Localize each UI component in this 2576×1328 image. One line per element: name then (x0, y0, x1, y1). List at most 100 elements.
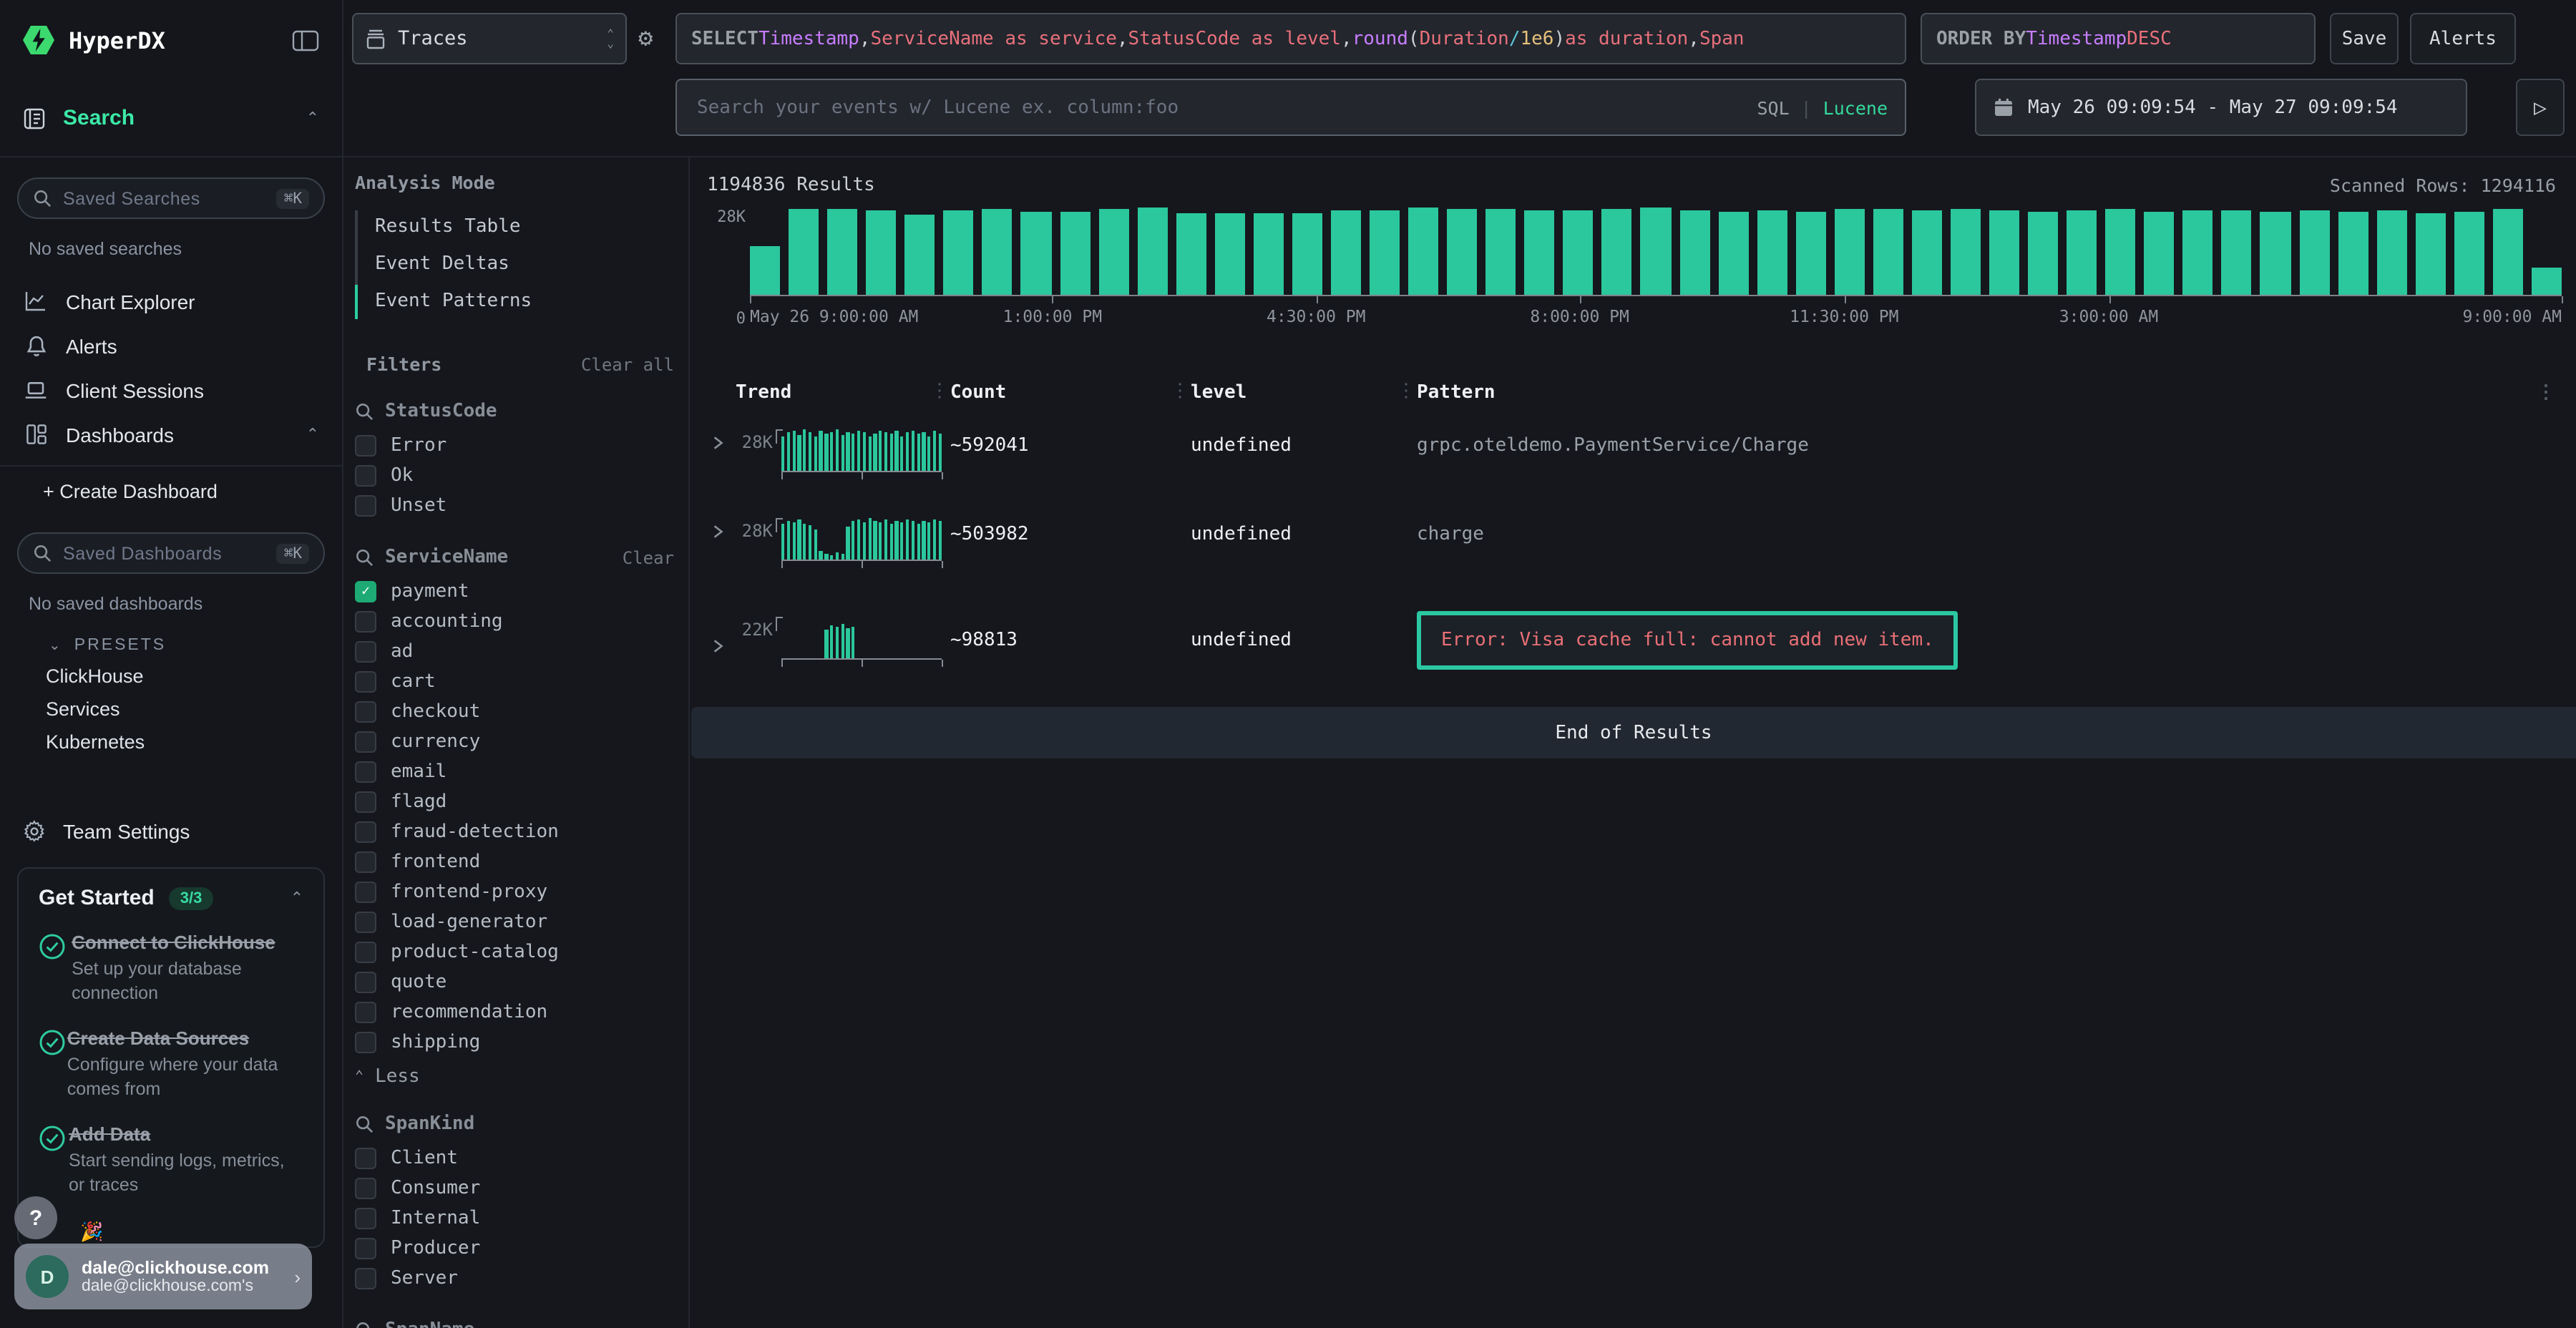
order-by-editor[interactable]: ORDER BY Timestamp DESC (1921, 13, 2316, 64)
filter-checkbox[interactable]: ✓ (355, 581, 376, 602)
row-expand-chevron-icon[interactable] (698, 424, 736, 451)
filter-option-server[interactable]: Server (343, 1264, 688, 1294)
filter-option-frontend[interactable]: frontend (343, 847, 688, 877)
filter-checkbox[interactable] (355, 1238, 376, 1259)
row-expand-chevron-icon[interactable] (698, 626, 736, 653)
saved-dashboards-input[interactable]: Saved Dashboards ⌘K (17, 532, 325, 574)
analysis-mode-event-deltas[interactable]: Event Deltas (355, 245, 688, 282)
filter-option-shipping[interactable]: shipping (343, 1027, 688, 1058)
column-resize-handle[interactable]: ⋮ (930, 381, 949, 402)
filter-option-quote[interactable]: quote (343, 967, 688, 997)
filter-option-client[interactable]: Client (343, 1143, 688, 1173)
row-expand-chevron-icon[interactable] (698, 512, 736, 540)
axis-tick (2562, 296, 2563, 303)
filter-checkbox[interactable] (355, 1148, 376, 1169)
get-started-item-add-data[interactable]: Add DataStart sending logs, metrics, or … (39, 1122, 303, 1198)
filter-option-consumer[interactable]: Consumer (343, 1173, 688, 1204)
filter-checkbox[interactable] (355, 821, 376, 843)
filter-option-checkout[interactable]: checkout (343, 697, 688, 727)
gear-icon[interactable]: ⚙ (638, 24, 653, 53)
presets-toggle[interactable]: ⌄ PRESETS (49, 637, 342, 654)
filter-checkbox[interactable] (355, 1208, 376, 1229)
filter-checkbox[interactable] (355, 731, 376, 753)
filter-checkbox[interactable] (355, 851, 376, 873)
preset-clickhouse[interactable]: ClickHouse (46, 660, 342, 693)
filter-checkbox[interactable] (355, 495, 376, 517)
table-row[interactable]: 22K~98813undefinedError: Visa cache full… (698, 601, 2562, 678)
filter-option-ad[interactable]: ad (343, 637, 688, 667)
filter-checkbox[interactable] (355, 1032, 376, 1053)
source-select[interactable]: Traces ⌃⌄ (352, 13, 627, 64)
date-range-picker[interactable]: May 26 09:09:54 - May 27 09:09:54 (1975, 79, 2467, 136)
filter-option-email[interactable]: email (343, 757, 688, 787)
filter-option-recommendation[interactable]: recommendation (343, 997, 688, 1027)
filter-option-accounting[interactable]: accounting (343, 607, 688, 637)
chevron-up-icon[interactable]: ⌃ (306, 109, 319, 127)
show-less-toggle[interactable]: ⌃Less (343, 1066, 688, 1088)
sidebar-collapse-icon[interactable] (292, 29, 319, 51)
lucene-mode-toggle[interactable]: Lucene (1823, 97, 1888, 118)
filter-option-flagd[interactable]: flagd (343, 787, 688, 817)
filter-option-fraud-detection[interactable]: fraud-detection (343, 817, 688, 847)
filter-option-ok[interactable]: Ok (343, 461, 688, 491)
filter-option-internal[interactable]: Internal (343, 1204, 688, 1234)
alerts-button[interactable]: Alerts (2410, 13, 2516, 64)
table-menu-icon[interactable]: ⋮ (2530, 382, 2562, 404)
preset-services[interactable]: Services (46, 693, 342, 726)
filter-checkbox[interactable] (355, 1002, 376, 1023)
help-button[interactable]: ? (14, 1196, 57, 1239)
filter-checkbox[interactable] (355, 882, 376, 903)
preset-kubernetes[interactable]: Kubernetes (46, 726, 342, 758)
filter-checkbox[interactable] (355, 1178, 376, 1199)
filter-option-payment[interactable]: ✓payment (343, 577, 688, 607)
saved-searches-input[interactable]: Saved Searches ⌘K (17, 177, 325, 219)
filter-checkbox[interactable] (355, 611, 376, 633)
sql-mode-toggle[interactable]: SQL (1757, 97, 1789, 118)
chevron-up-icon[interactable]: ⌃ (306, 425, 319, 444)
create-dashboard-button[interactable]: + Create Dashboard (0, 469, 342, 512)
filter-checkbox[interactable] (355, 1268, 376, 1289)
filter-checkbox[interactable] (355, 912, 376, 933)
sidebar-item-search[interactable]: Search ⌃ (0, 80, 342, 157)
analysis-mode-results-table[interactable]: Results Table (355, 208, 688, 245)
save-button[interactable]: Save (2330, 13, 2399, 64)
filter-checkbox[interactable] (355, 641, 376, 663)
filter-checkbox[interactable] (355, 791, 376, 813)
table-row[interactable]: 28K~503982undefinedcharge (698, 512, 2562, 581)
filter-checkbox[interactable] (355, 671, 376, 693)
column-resize-handle[interactable]: ⋮ (1397, 381, 1415, 402)
sidebar-item-chart-explorer[interactable]: Chart Explorer (0, 279, 342, 323)
sidebar-item-client-sessions[interactable]: Client Sessions (0, 368, 342, 412)
filter-checkbox[interactable] (355, 942, 376, 963)
filter-option-frontend-proxy[interactable]: frontend-proxy (343, 877, 688, 907)
get-started-item-create-data-sources[interactable]: Create Data SourcesConfigure where your … (39, 1026, 303, 1102)
filter-checkbox[interactable] (355, 761, 376, 783)
column-resize-handle[interactable]: ⋮ (1171, 381, 1189, 402)
filter-checkbox[interactable] (355, 701, 376, 723)
filter-checkbox[interactable] (355, 435, 376, 456)
filter-option-cart[interactable]: cart (343, 667, 688, 697)
table-row[interactable]: 28K~592041undefinedgrpc.oteldemo.Payment… (698, 424, 2562, 492)
search-input[interactable] (694, 95, 1757, 119)
get-started-item-connect-to-clickhouse[interactable]: Connect to ClickHouseSet up your databas… (39, 930, 303, 1006)
sparkline-bar (857, 431, 861, 471)
filter-option-currency[interactable]: currency (343, 727, 688, 757)
filter-option-unset[interactable]: Unset (343, 491, 688, 521)
highlighted-error-pattern[interactable]: Error: Visa cache full: cannot add new i… (1417, 610, 1958, 669)
sidebar-item-team-settings[interactable]: Team Settings (0, 810, 342, 853)
user-menu[interactable]: D dale@clickhouse.com dale@clickhouse.co… (14, 1244, 312, 1309)
filter-checkbox[interactable] (355, 972, 376, 993)
filter-option-product-catalog[interactable]: product-catalog (343, 937, 688, 967)
analysis-mode-event-patterns[interactable]: Event Patterns (355, 282, 688, 319)
sidebar-item-dashboards[interactable]: Dashboards⌃ (0, 412, 342, 456)
clear-filter-button[interactable]: Clear (623, 547, 674, 567)
run-query-button[interactable]: ▷ (2516, 79, 2565, 136)
clear-all-filters-button[interactable]: Clear all (581, 354, 674, 374)
filter-checkbox[interactable] (355, 465, 376, 487)
chevron-up-icon[interactable]: ⌃ (291, 889, 303, 907)
filter-option-producer[interactable]: Producer (343, 1234, 688, 1264)
sidebar-item-alerts[interactable]: Alerts (0, 323, 342, 368)
filter-option-error[interactable]: Error (343, 431, 688, 461)
filter-option-load-generator[interactable]: load-generator (343, 907, 688, 937)
sql-select-editor[interactable]: SELECT Timestamp, ServiceName as service… (675, 13, 1906, 64)
